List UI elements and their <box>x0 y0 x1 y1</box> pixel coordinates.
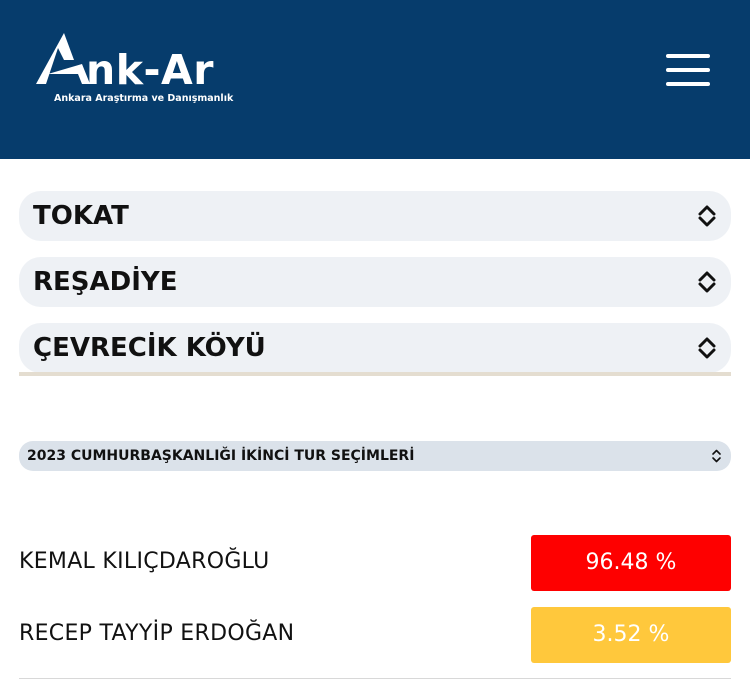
village-select[interactable]: ÇEVRECİK KÖYÜ <box>19 323 731 373</box>
logo-wordmark: nk-Ar <box>86 46 214 94</box>
district-select[interactable]: REŞADİYE <box>19 257 731 307</box>
election-select[interactable]: 2023 CUMHURBAŞKANLIĞI İKİNCİ TUR SEÇİMLE… <box>19 441 731 471</box>
chevron-up-down-icon <box>698 205 716 227</box>
province-select-value: TOKAT <box>33 201 129 231</box>
menu-bar-line <box>666 54 710 58</box>
hamburger-menu-icon[interactable] <box>662 50 714 90</box>
chevron-up-down-icon <box>698 337 716 359</box>
district-select-value: REŞADİYE <box>33 267 178 297</box>
section-divider <box>19 372 731 376</box>
menu-bar-line <box>666 82 710 86</box>
header-bar: nk-Ar Ankara Araştırma ve Danışmanlık <box>0 0 750 159</box>
candidate-name: RECEP TAYYİP ERDOĞAN <box>19 621 295 646</box>
candidate-name: KEMAL KILIÇDAROĞLU <box>19 549 270 574</box>
chevron-up-down-icon <box>712 449 721 463</box>
logo-a-mark-icon <box>36 33 90 84</box>
chevron-up-down-icon <box>698 271 716 293</box>
candidate-percent-badge: 96.48 % <box>531 535 731 591</box>
ankar-logo[interactable]: nk-Ar Ankara Araştırma ve Danışmanlık <box>34 30 254 112</box>
province-select[interactable]: TOKAT <box>19 191 731 241</box>
village-select-value: ÇEVRECİK KÖYÜ <box>33 333 266 363</box>
logo-tagline: Ankara Araştırma ve Danışmanlık <box>54 93 234 104</box>
bottom-divider <box>19 678 731 679</box>
election-select-value: 2023 CUMHURBAŞKANLIĞI İKİNCİ TUR SEÇİMLE… <box>27 448 415 464</box>
candidate-percent-badge: 3.52 % <box>531 607 731 663</box>
menu-bar-line <box>666 68 710 72</box>
